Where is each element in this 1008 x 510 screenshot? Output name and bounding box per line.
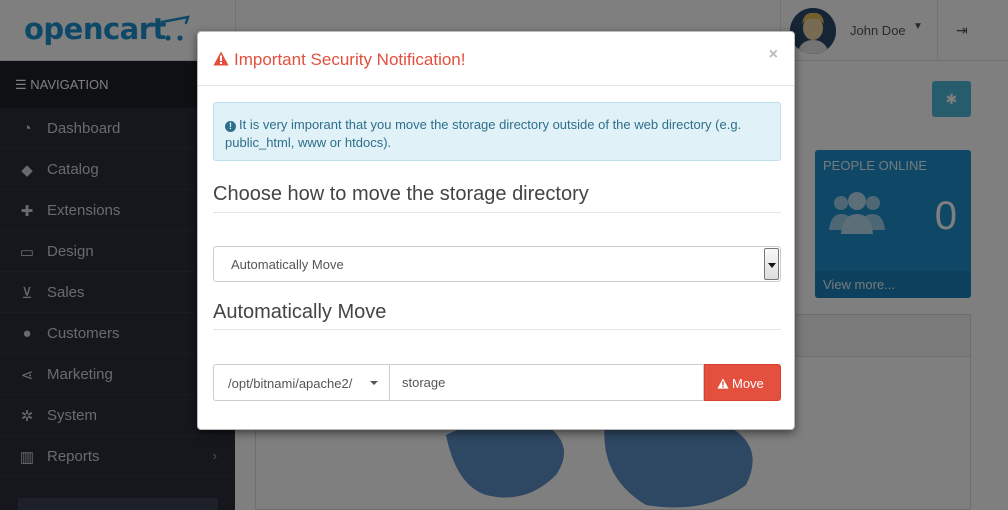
move-method-select[interactable]: Automatically Move [213, 246, 781, 282]
section-divider [213, 329, 781, 330]
close-button[interactable]: × [769, 46, 778, 64]
security-notification-modal: Important Security Notification! × ! It i… [197, 31, 795, 430]
alert-text: It is very imporant that you move the st… [225, 117, 742, 150]
choose-heading: Choose how to move the storage directory [213, 183, 589, 205]
chevron-down-icon[interactable] [764, 248, 779, 280]
move-button[interactable]: Move [704, 364, 781, 401]
warning-icon [213, 51, 229, 66]
info-icon: ! [225, 121, 236, 132]
caret-down-icon [370, 381, 378, 385]
modal-title: Important Security Notification! [234, 50, 466, 69]
info-alert: ! It is very imporant that you move the s… [213, 102, 781, 161]
select-value: Automatically Move [231, 257, 344, 272]
path-prefix-dropdown[interactable]: /opt/bitnami/apache2/ [213, 364, 390, 401]
section-divider [213, 212, 781, 213]
warning-icon [717, 378, 729, 389]
auto-move-heading: Automatically Move [213, 301, 387, 323]
modal-header: Important Security Notification! × [198, 32, 794, 86]
directory-input[interactable] [389, 364, 704, 401]
path-prefix-label: /opt/bitnami/apache2/ [228, 376, 353, 391]
move-label: Move [732, 376, 764, 391]
